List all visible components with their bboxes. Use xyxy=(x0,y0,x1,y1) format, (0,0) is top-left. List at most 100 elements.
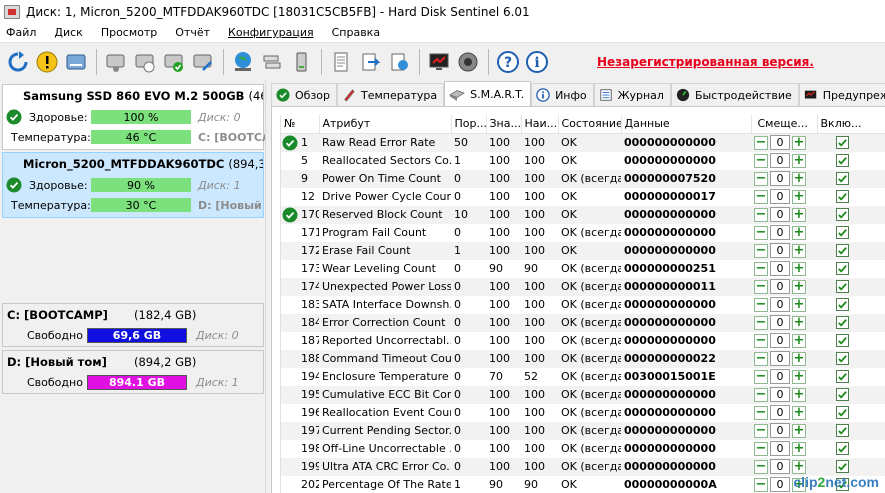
offset-increase-button[interactable]: + xyxy=(792,135,806,150)
tab-smart[interactable]: S.M.A.R.T. xyxy=(444,81,532,106)
offset-increase-button[interactable]: + xyxy=(792,387,806,402)
enabled-checkbox[interactable] xyxy=(836,172,849,185)
offset-increase-button[interactable]: + xyxy=(792,189,806,204)
offset-value[interactable]: 0 xyxy=(770,387,790,402)
enabled-checkbox[interactable] xyxy=(836,208,849,221)
tab-performance[interactable]: Быстродействие xyxy=(670,83,799,106)
column-header-offset[interactable]: Смеще... xyxy=(751,115,818,134)
send-report-button[interactable] xyxy=(356,48,384,76)
offset-decrease-button[interactable]: − xyxy=(754,369,768,384)
offset-value[interactable]: 0 xyxy=(770,171,790,186)
offset-decrease-button[interactable]: − xyxy=(754,135,768,150)
offset-value[interactable]: 0 xyxy=(770,423,790,438)
table-row[interactable]: 173Wear Leveling Count 0 90 90 OK (всегда...… xyxy=(281,260,885,278)
disk-ok-button[interactable] xyxy=(160,48,188,76)
report-button[interactable] xyxy=(327,48,355,76)
tab-temperature[interactable]: Температура xyxy=(337,83,445,106)
offset-value[interactable]: 0 xyxy=(770,189,790,204)
table-row[interactable]: 5 Reallocated Sectors Co... 1 100 100 OK 00000… xyxy=(281,152,885,170)
disk-check-button[interactable] xyxy=(131,48,159,76)
offset-decrease-button[interactable]: − xyxy=(754,297,768,312)
volume-card-d[interactable]: D: [Новый том] (894,2 GB) Свободно 894.1… xyxy=(2,350,264,394)
offset-increase-button[interactable]: + xyxy=(792,441,806,456)
offset-value[interactable]: 0 xyxy=(770,477,790,492)
offset-increase-button[interactable]: + xyxy=(792,423,806,438)
external-drive-button[interactable] xyxy=(287,48,315,76)
enabled-checkbox[interactable] xyxy=(836,334,849,347)
offset-decrease-button[interactable]: − xyxy=(754,171,768,186)
disk-test-button[interactable] xyxy=(102,48,130,76)
enabled-checkbox[interactable] xyxy=(836,226,849,239)
offset-increase-button[interactable]: + xyxy=(792,279,806,294)
offset-decrease-button[interactable]: − xyxy=(754,333,768,348)
offset-decrease-button[interactable]: − xyxy=(754,423,768,438)
offset-decrease-button[interactable]: − xyxy=(754,207,768,222)
sound-button[interactable] xyxy=(454,48,482,76)
offset-decrease-button[interactable]: − xyxy=(754,261,768,276)
offset-increase-button[interactable]: + xyxy=(792,351,806,366)
offset-value[interactable]: 0 xyxy=(770,441,790,456)
enabled-checkbox[interactable] xyxy=(836,190,849,203)
table-row[interactable]: 174Unexpected Power Loss...0100100OK (вс… xyxy=(281,277,885,296)
offset-increase-button[interactable]: + xyxy=(792,297,806,312)
offset-decrease-button[interactable]: − xyxy=(754,387,768,402)
offset-value[interactable]: 0 xyxy=(770,243,790,258)
table-row[interactable]: 184Error Correction Count0100100OK (всег… xyxy=(281,313,885,332)
network-button[interactable] xyxy=(229,48,257,76)
column-header-data[interactable]: Данные xyxy=(621,115,752,134)
enabled-checkbox[interactable] xyxy=(836,280,849,293)
enabled-checkbox[interactable] xyxy=(836,154,849,167)
server-button[interactable] xyxy=(258,48,286,76)
offset-increase-button[interactable]: + xyxy=(792,225,806,240)
table-row[interactable]: 195Cumulative ECC Bit Corr...0100100OK (… xyxy=(281,385,885,404)
table-row[interactable]: 171Program Fail Count 0 100 100 OK (всегда..… xyxy=(281,224,885,242)
offset-value[interactable]: 0 xyxy=(770,225,790,240)
table-row[interactable]: 12 Drive Power Cycle Count 0 100 100 OK 000000… xyxy=(281,188,885,206)
offset-increase-button[interactable]: + xyxy=(792,207,806,222)
enabled-checkbox[interactable] xyxy=(836,406,849,419)
enabled-checkbox[interactable] xyxy=(836,244,849,257)
about-button[interactable]: i xyxy=(523,48,551,76)
enabled-checkbox[interactable] xyxy=(836,136,849,149)
offset-decrease-button[interactable]: − xyxy=(754,405,768,420)
menu-view[interactable]: Просмотр xyxy=(92,26,166,39)
table-row[interactable]: 199Ultra ATA CRC Error Co...0100100OK (в… xyxy=(281,457,885,476)
disk-info-button[interactable] xyxy=(62,48,90,76)
offset-increase-button[interactable]: + xyxy=(792,243,806,258)
offset-decrease-button[interactable]: − xyxy=(754,315,768,330)
menu-help[interactable]: Справка xyxy=(323,26,389,39)
enabled-checkbox[interactable] xyxy=(836,316,849,329)
offset-increase-button[interactable]: + xyxy=(792,333,806,348)
offset-decrease-button[interactable]: − xyxy=(754,243,768,258)
unregistered-link[interactable]: Незарегистрированная версия. xyxy=(597,55,814,69)
enabled-checkbox[interactable] xyxy=(836,460,849,473)
offset-value[interactable]: 0 xyxy=(770,135,790,150)
tab-info[interactable]: Инфо xyxy=(531,83,594,106)
offset-increase-button[interactable]: + xyxy=(792,171,806,186)
table-row[interactable]: 194Enclosure Temperature 0 70 52 OK (всегда.… xyxy=(281,368,885,386)
table-row[interactable]: 183SATA Interface Downsh...0100100OK (вс… xyxy=(281,296,885,314)
table-row[interactable]: 196Reallocation Event Count0100100OK (вс… xyxy=(281,404,885,422)
menu-report[interactable]: Отчёт xyxy=(166,26,219,39)
offset-value[interactable]: 0 xyxy=(770,351,790,366)
offset-decrease-button[interactable]: − xyxy=(754,477,768,492)
offset-value[interactable]: 0 xyxy=(770,261,790,276)
offset-decrease-button[interactable]: − xyxy=(754,459,768,474)
alerts-config-button[interactable] xyxy=(425,48,453,76)
table-row[interactable]: 9Power On Time Count0100100OK (всегда...… xyxy=(281,169,885,188)
offset-increase-button[interactable]: + xyxy=(792,315,806,330)
column-header-number[interactable]: № xyxy=(281,115,320,134)
offset-increase-button[interactable]: + xyxy=(792,261,806,276)
tab-overview[interactable]: Обзор xyxy=(271,83,338,106)
disk-card-micron[interactable]: Micron_5200_MTFDDAK960TDC (894,3 GB) Здо… xyxy=(2,152,289,218)
table-row[interactable]: 197Current Pending Sector...0100100OK (в… xyxy=(281,421,885,440)
offset-value[interactable]: 0 xyxy=(770,153,790,168)
offset-decrease-button[interactable]: − xyxy=(754,441,768,456)
offset-value[interactable]: 0 xyxy=(770,369,790,384)
enabled-checkbox[interactable] xyxy=(836,352,849,365)
column-header-enabled[interactable]: Вклю... xyxy=(817,115,885,134)
column-header-value[interactable]: Зна... xyxy=(486,115,522,134)
enabled-checkbox[interactable] xyxy=(836,298,849,311)
offset-value[interactable]: 0 xyxy=(770,459,790,474)
column-header-attribute[interactable]: Атрибут xyxy=(319,115,452,134)
